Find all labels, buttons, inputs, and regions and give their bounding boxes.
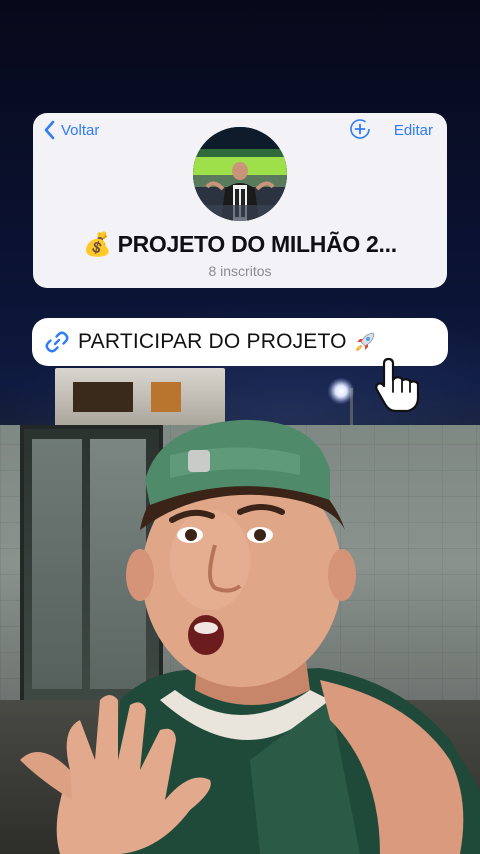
link-icon — [42, 327, 72, 357]
back-label: Voltar — [61, 121, 100, 139]
chevron-left-icon — [44, 120, 55, 140]
edit-button[interactable]: Editar — [394, 117, 433, 143]
join-project-label: PARTICIPAR DO PROJETO — [78, 330, 347, 353]
hand-pointer-icon — [370, 356, 428, 414]
stadium-photo — [193, 127, 287, 221]
rocket-icon — [353, 330, 377, 354]
add-button[interactable] — [348, 117, 372, 141]
add-circle-icon — [350, 119, 370, 139]
back-button[interactable]: Voltar — [41, 117, 99, 143]
group-name: 💰 PROJETO DO MILHÃO 2... — [83, 231, 397, 257]
group-avatar[interactable] — [193, 127, 287, 221]
subscriber-count: 8 inscritos — [208, 263, 272, 279]
group-header-card: Voltar Editar 💰 PROJETO DO MILHÃO 2... 8… — [33, 113, 447, 288]
